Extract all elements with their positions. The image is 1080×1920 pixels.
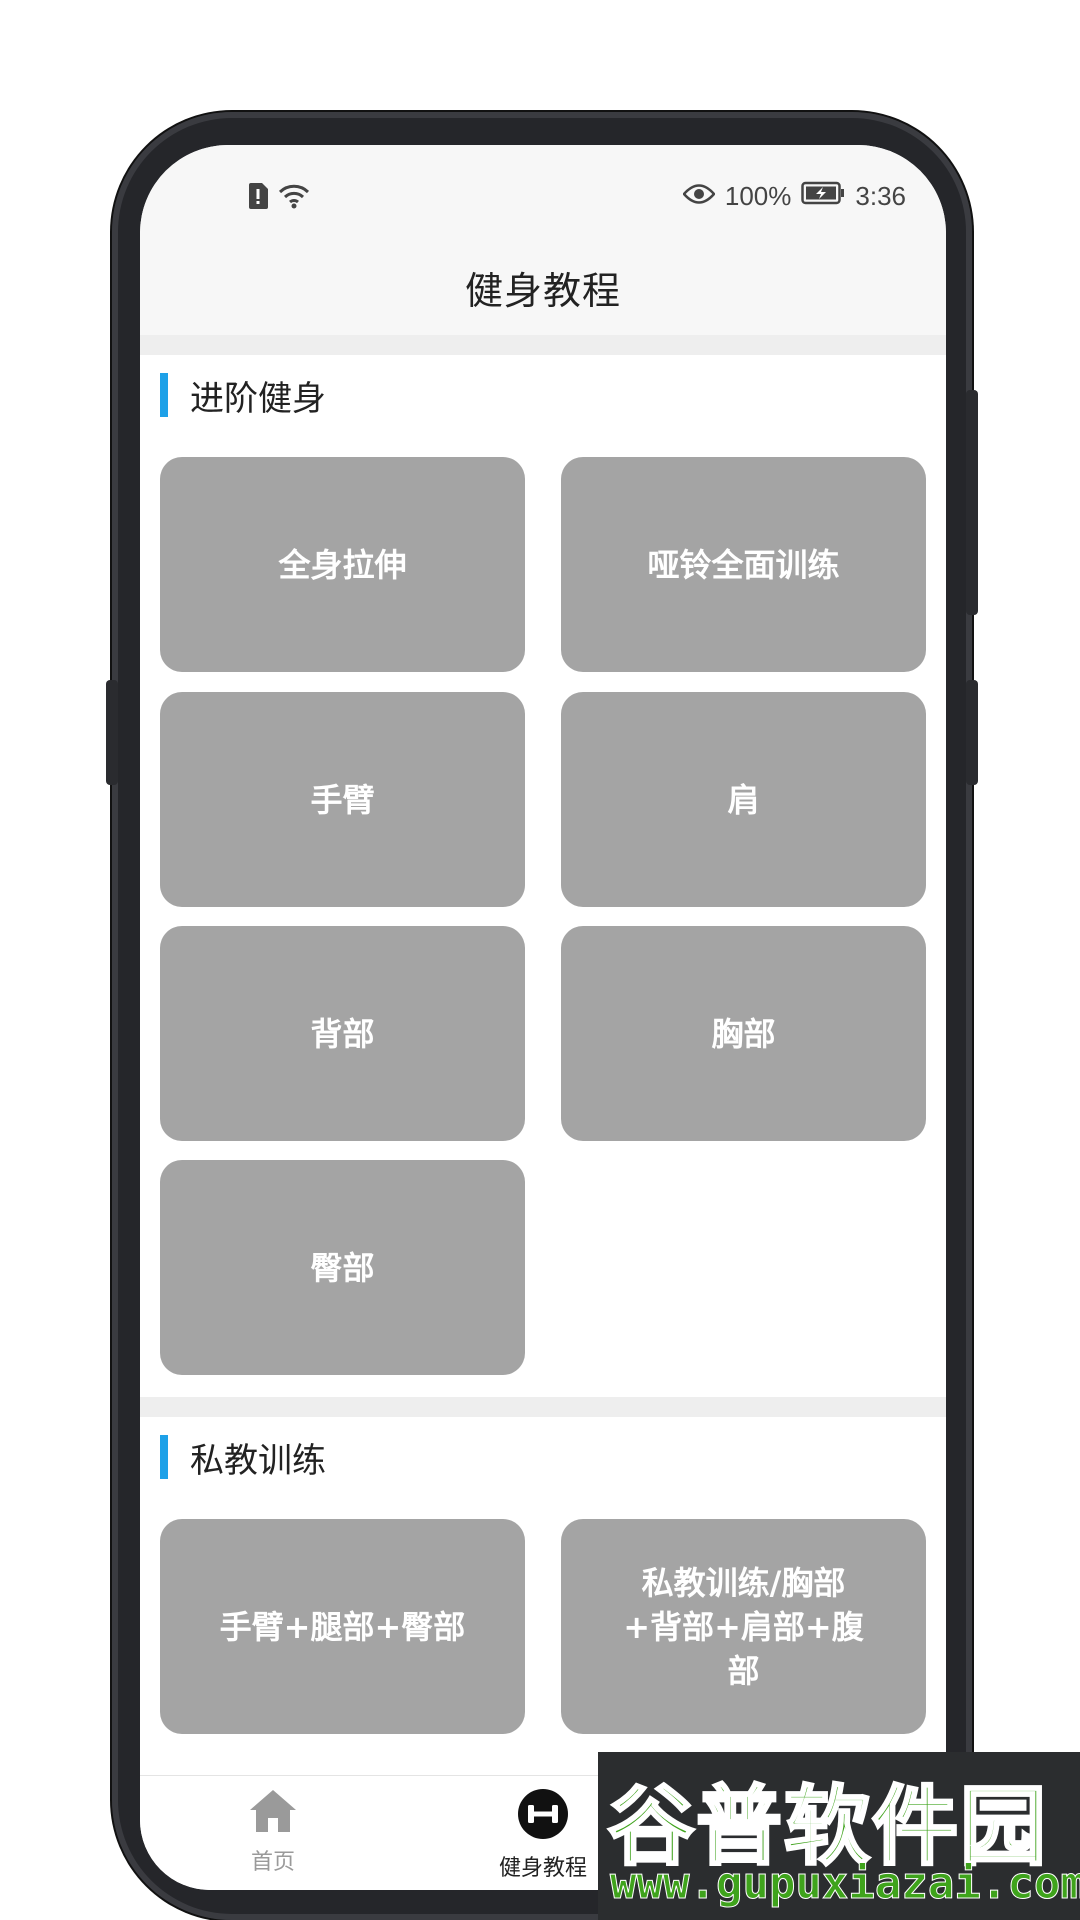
tile-dumbbell-training[interactable]: 哑铃全面训练 bbox=[561, 457, 926, 672]
page-title: 健身教程 bbox=[464, 269, 621, 313]
tile-personal-chest-back-shoulder-abs[interactable]: 私教训练/胸部+背部+肩部+腹部 bbox=[561, 1519, 926, 1734]
clock: 3:36 bbox=[855, 181, 906, 211]
tile-full-body-stretch[interactable]: 全身拉伸 bbox=[160, 457, 525, 672]
tile-label: 胸部 bbox=[711, 1014, 776, 1053]
wifi-icon bbox=[278, 183, 310, 216]
dumbbell-icon bbox=[517, 1788, 569, 1844]
status-bar: 100% 3:36 bbox=[140, 145, 946, 240]
tile-label: 私教训练/胸部+背部+肩部+腹部 bbox=[623, 1563, 864, 1690]
tab-label: 健身教程 bbox=[498, 1856, 587, 1881]
side-button-right-top bbox=[966, 390, 978, 615]
home-icon bbox=[248, 1788, 298, 1838]
top-app-bar: 健身教程 bbox=[140, 240, 946, 335]
section-accent-bar bbox=[160, 373, 168, 417]
status-left bbox=[248, 183, 310, 216]
tile-back[interactable]: 背部 bbox=[160, 926, 525, 1141]
watermark-url: www.gupuxiazai.com bbox=[610, 1858, 1080, 1910]
tile-arms[interactable]: 手臂 bbox=[160, 692, 525, 907]
tab-home[interactable]: 首页 bbox=[193, 1788, 353, 1876]
tile-label: 背部 bbox=[310, 1014, 375, 1053]
watermark: 谷普软件园 www.gupuxiazai.com bbox=[598, 1752, 1080, 1920]
tile-glutes[interactable]: 臀部 bbox=[160, 1160, 525, 1375]
battery-percent: 100% bbox=[724, 181, 792, 211]
section-accent-bar bbox=[160, 1435, 168, 1479]
sim-alert-icon bbox=[248, 183, 268, 216]
screen: 100% 3:36 健身教程 进阶健身 全身拉伸 哑铃全面训练 手臂 肩 背部 … bbox=[140, 145, 946, 1890]
tile-label: 臀部 bbox=[310, 1248, 375, 1287]
side-button-right-bottom bbox=[966, 680, 978, 785]
tile-label: 手臂+腿部+臀部 bbox=[219, 1607, 466, 1646]
section-divider bbox=[140, 1397, 946, 1417]
section-header-advanced: 进阶健身 bbox=[160, 371, 326, 419]
status-right: 100% 3:36 bbox=[682, 181, 906, 212]
tile-label: 哑铃全面训练 bbox=[647, 545, 840, 584]
tile-shoulders[interactable]: 肩 bbox=[561, 692, 926, 907]
tile-label: 肩 bbox=[727, 780, 760, 819]
tile-chest[interactable]: 胸部 bbox=[561, 926, 926, 1141]
section-divider bbox=[140, 335, 946, 355]
tile-label: 手臂 bbox=[310, 780, 375, 819]
section-header-personal: 私教训练 bbox=[160, 1433, 326, 1481]
section-title: 私教训练 bbox=[190, 1440, 326, 1481]
tab-label: 首页 bbox=[250, 1850, 295, 1875]
tile-arms-legs-glutes[interactable]: 手臂+腿部+臀部 bbox=[160, 1519, 525, 1734]
section-title: 进阶健身 bbox=[190, 378, 326, 419]
side-button-left bbox=[106, 680, 118, 785]
tile-label: 全身拉伸 bbox=[278, 545, 407, 584]
eye-icon bbox=[682, 181, 716, 212]
battery-icon bbox=[801, 181, 845, 212]
